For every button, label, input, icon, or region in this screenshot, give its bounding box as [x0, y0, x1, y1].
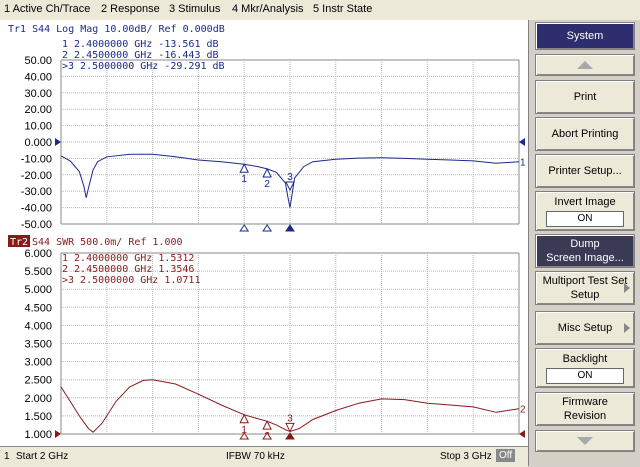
y-tick-label: 6.000 [24, 248, 52, 260]
trace-header: Tr1 S44 Log Mag 10.00dB/ Ref 0.000dB [8, 24, 225, 35]
softkey-panel: System Print Abort Printing Printer Setu… [528, 20, 640, 466]
dump-screen-image-button[interactable]: Dump Screen Image... [535, 234, 635, 268]
invert-image-button[interactable]: Invert Image ON [535, 191, 635, 231]
ref-level-right-icon [519, 430, 525, 438]
trace-tag: Tr2 [10, 237, 28, 248]
y-tick-label: 3.500 [24, 339, 52, 351]
y-tick-label: 5.000 [24, 284, 52, 296]
menu-stimulus[interactable]: 3 Stimulus [169, 3, 220, 15]
printer-setup-label: Printer Setup... [548, 165, 622, 177]
marker-axis-indicator [262, 224, 273, 232]
y-tick-label: -40.00 [21, 203, 52, 215]
y-tick-label: 10.00 [24, 121, 52, 133]
y-tick-label: -50.00 [21, 219, 52, 231]
trace-end-label: 1 [520, 158, 526, 169]
abort-printing-button[interactable]: Abort Printing [535, 117, 635, 151]
off-indicator: Off [496, 449, 516, 462]
y-tick-label: 1.500 [24, 411, 52, 423]
menu-mkr-analysis[interactable]: 4 Mkr/Analysis [232, 3, 304, 15]
ref-level-left-icon [55, 430, 61, 438]
backlight-label: Backlight [562, 353, 608, 365]
marker-number: 1 [241, 174, 247, 185]
marker-axis-indicator [239, 224, 250, 232]
abort-label: Abort Printing [551, 128, 619, 140]
dump-label-line1: Dump [570, 238, 600, 250]
marker-axis-indicator [285, 224, 295, 232]
channel-number: 1 [4, 451, 10, 462]
firmware-label-line1: Firmware [562, 396, 608, 408]
y-tick-label: 4.000 [24, 320, 52, 332]
ref-level-right-icon [519, 138, 525, 146]
arrow-up-icon [577, 61, 593, 69]
y-tick-label: 5.500 [24, 266, 52, 278]
misc-setup-label: Misc Setup [557, 322, 613, 334]
y-tick-label: 4.500 [24, 302, 52, 314]
arrow-down-icon [577, 437, 593, 445]
status-bar: 1 Start 2 GHz IFBW 70 kHz Stop 3 GHz Off [0, 446, 528, 467]
print-label: Print [573, 91, 597, 103]
y-tick-label: 1.000 [24, 429, 52, 441]
dump-label-line2: Screen Image... [546, 252, 624, 264]
marker-number: 3 [287, 413, 293, 424]
stop-frequency: Stop 3 GHz [440, 451, 492, 462]
y-tick-label: -10.00 [21, 153, 52, 165]
marker-readout: 2 2.4500000 GHz -16.443 dB [62, 50, 219, 61]
marker-number: 2 [264, 179, 270, 190]
trace-header: S44 SWR 500.0m/ Ref 1.000 [32, 237, 183, 248]
firmware-label-line2: Revision [563, 410, 607, 422]
marker-readout: >3 2.5000000 GHz 1.0711 [62, 275, 200, 286]
start-frequency: Start 2 GHz [16, 451, 69, 462]
y-tick-label: 2.000 [24, 393, 52, 405]
marker-readout: 1 2.4000000 GHz 1.5312 [62, 253, 194, 264]
marker-triangle [239, 163, 250, 173]
menu-instr-state[interactable]: 5 Instr State [313, 3, 372, 15]
softkey-system-title: System [535, 22, 635, 50]
ifbw: IFBW 70 kHz [226, 451, 285, 462]
invert-image-state: ON [546, 211, 624, 227]
submenu-arrow-icon [624, 283, 630, 293]
invert-image-label: Invert Image [554, 196, 616, 208]
y-tick-label: -20.00 [21, 170, 52, 182]
menu-bar: 1 Active Ch/Trace 2 Response 3 Stimulus … [0, 0, 640, 21]
y-tick-label: 50.00 [24, 55, 52, 67]
y-tick-label: -30.00 [21, 186, 52, 198]
trace-end-label: 2 [520, 405, 526, 416]
y-tick-label: 2.500 [24, 375, 52, 387]
y-tick-label: 40.00 [24, 71, 52, 83]
print-button[interactable]: Print [535, 80, 635, 114]
marker-readout: 2 2.4500000 GHz 1.3546 [62, 264, 194, 275]
menu-response[interactable]: 2 Response [101, 3, 160, 15]
multiport-label-line1: Multiport Test Set [542, 275, 628, 287]
marker-readout: >3 2.5000000 GHz -29.291 dB [62, 61, 225, 72]
marker-readout: 1 2.4000000 GHz -13.561 dB [62, 39, 219, 50]
firmware-revision-button[interactable]: Firmware Revision [535, 392, 635, 426]
y-tick-label: 30.00 [24, 88, 52, 100]
y-tick-label: 20.00 [24, 104, 52, 116]
multiport-label-line2: Setup [570, 289, 600, 301]
printer-setup-button[interactable]: Printer Setup... [535, 154, 635, 188]
plot-area: 50.00 40.00 30.00 20.00 10.00 0.000 -10.00 -20.… [0, 20, 528, 446]
scroll-up-button[interactable] [535, 54, 635, 76]
misc-setup-button[interactable]: Misc Setup [535, 311, 635, 345]
multiport-test-set-setup-button[interactable]: Multiport Test Set Setup [535, 271, 635, 305]
marker-number: 3 [287, 172, 293, 183]
system-title-label: System [566, 30, 604, 42]
scroll-down-button[interactable] [535, 430, 635, 452]
submenu-arrow-icon [624, 323, 630, 333]
ref-level-left-icon [55, 138, 61, 146]
backlight-button[interactable]: Backlight ON [535, 348, 635, 388]
backlight-state: ON [546, 368, 624, 384]
y-tick-label: 0.000 [24, 137, 52, 149]
trace-charts: 50.00 40.00 30.00 20.00 10.00 0.000 -10.00 -20.… [8, 24, 526, 442]
menu-active-ch-trace[interactable]: 1 Active Ch/Trace [4, 3, 90, 15]
y-tick-label: 3.000 [24, 357, 52, 369]
